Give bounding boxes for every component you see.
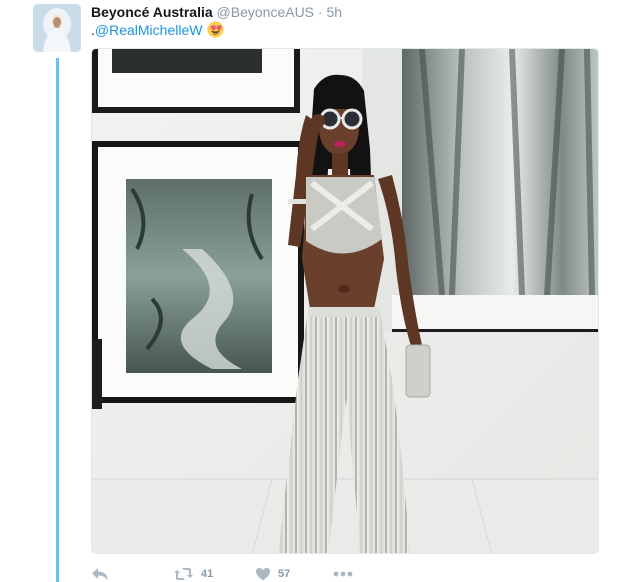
like-button[interactable]: 57 [255,566,290,582]
retweet-icon [174,568,193,580]
header-separator: · [317,4,323,20]
reply-icon [92,568,108,580]
mention-link[interactable]: @RealMichelleW [95,22,203,38]
author-avatar[interactable] [33,4,81,52]
more-icon [333,571,353,577]
tweet-timestamp[interactable]: 5h [326,4,342,20]
tweet-actions: 41 57 [91,566,391,582]
heart-icon [256,568,270,581]
heart-eyes-emoji-icon [207,21,224,38]
tweet-text: .@RealMichelleW [91,21,224,39]
reply-button[interactable] [91,566,109,582]
photo-image [92,49,598,553]
tweet-photo[interactable] [91,48,599,554]
author-handle[interactable]: @BeyonceAUS [217,4,314,20]
author-name[interactable]: Beyoncé Australia [91,4,213,20]
avatar-image [33,4,81,52]
retweet-button[interactable]: 41 [173,566,213,582]
retweet-count: 41 [201,568,214,580]
thread-line [56,58,59,582]
like-count: 57 [278,568,291,580]
tweet-header: Beyoncé Australia @BeyonceAUS · 5h [91,3,342,21]
more-button[interactable] [333,566,353,582]
